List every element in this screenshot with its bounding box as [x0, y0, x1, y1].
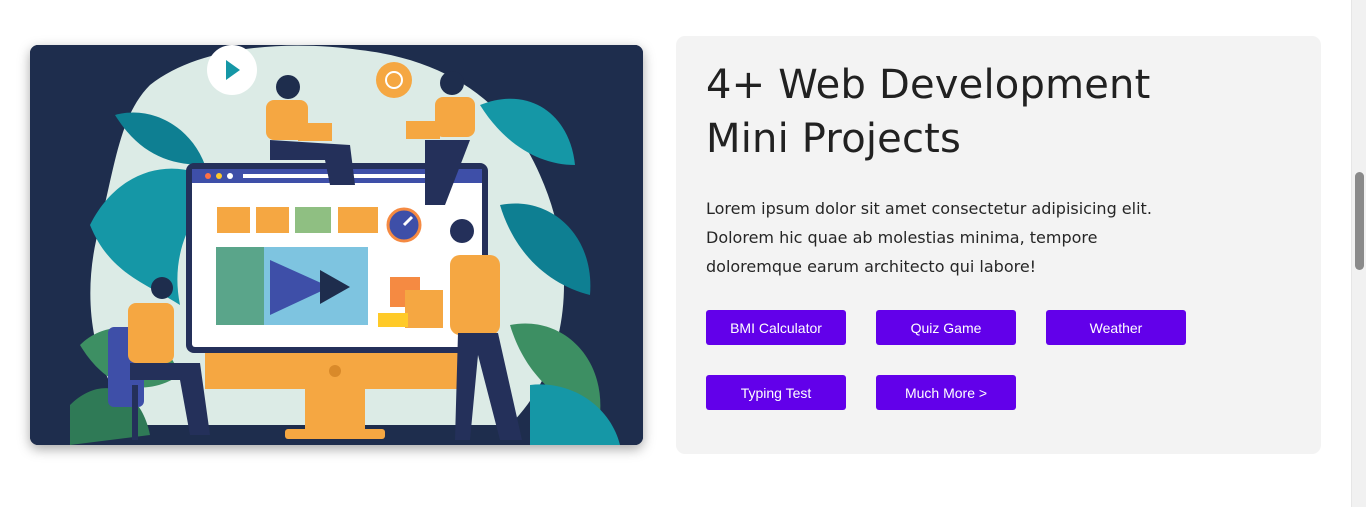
- much-more-button[interactable]: Much More >: [876, 375, 1016, 410]
- title-line-1: 4+ Web Development: [706, 62, 1151, 108]
- page-title: 4+ Web Development Mini Projects: [706, 58, 1226, 166]
- bmi-calculator-button[interactable]: BMI Calculator: [706, 310, 846, 345]
- title-line-2: Mini Projects: [706, 116, 962, 162]
- description-text: Lorem ipsum dolor sit amet consectetur a…: [706, 199, 1152, 276]
- typing-test-button[interactable]: Typing Test: [706, 375, 846, 410]
- vertical-scrollbar[interactable]: [1351, 0, 1366, 507]
- quiz-game-button[interactable]: Quiz Game: [876, 310, 1016, 345]
- hero-illustration: [30, 45, 643, 445]
- weather-button[interactable]: Weather: [1046, 310, 1186, 345]
- projects-card: 4+ Web Development Mini Projects Lorem i…: [676, 36, 1321, 454]
- scrollbar-thumb[interactable]: [1355, 172, 1364, 270]
